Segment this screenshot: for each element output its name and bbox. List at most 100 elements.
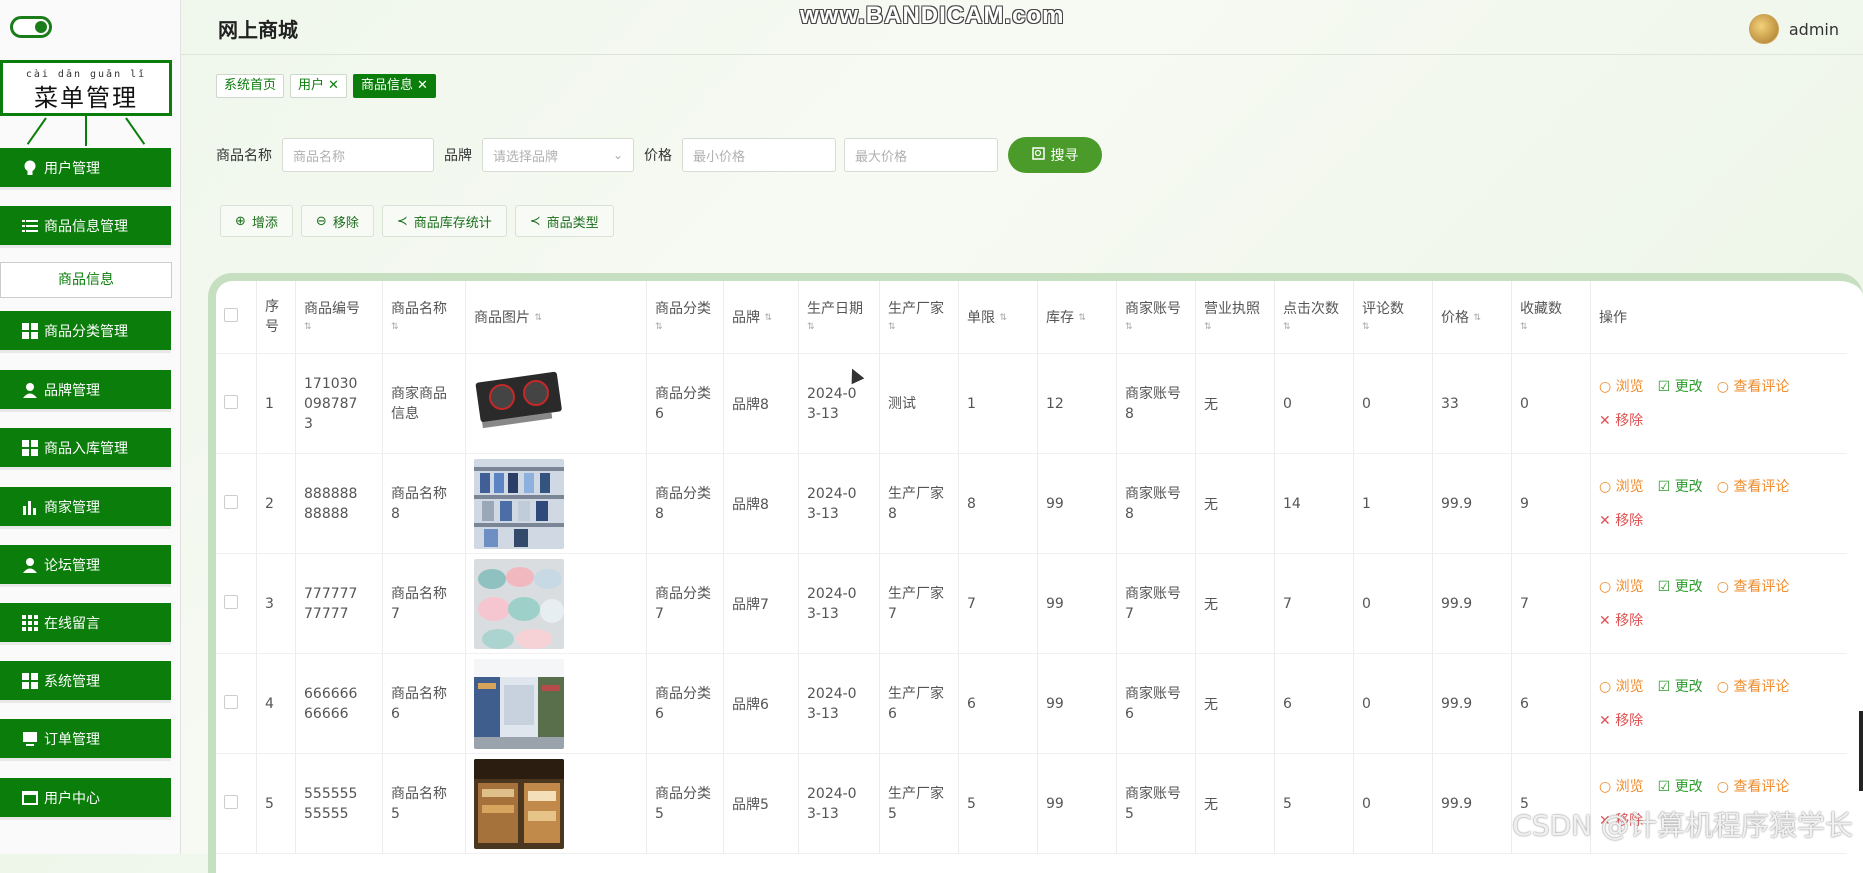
sidebar-item-merchant[interactable]: 商家管理 [0, 487, 171, 529]
sort-icon[interactable]: ⇅ [1125, 323, 1133, 332]
col-header[interactable]: 商品编号 ⇅ [295, 281, 383, 354]
view-comments-button[interactable]: ○ 查看评论 [1717, 379, 1790, 395]
edit-button[interactable]: ☑ 更改 [1658, 579, 1703, 595]
view-button[interactable]: ○ 浏览 [1599, 679, 1644, 695]
sidebar-item-system[interactable]: 系统管理 [0, 661, 171, 703]
type-stats-button[interactable]: ≺ 商品类型 [514, 205, 614, 237]
edit-button[interactable]: ☑ 更改 [1658, 479, 1703, 495]
col-header[interactable]: 单限 ⇅ [958, 281, 1038, 354]
max-price-input[interactable]: 最大价格 [844, 138, 998, 172]
view-button[interactable]: ○ 浏览 [1599, 579, 1644, 595]
view-comments-button[interactable]: ○ 查看评论 [1717, 479, 1790, 495]
col-header[interactable]: 生产厂家 ⇅ [879, 281, 959, 354]
cell-date-text: 2024-03-13 [807, 385, 857, 422]
sort-icon[interactable]: ⇅ [304, 323, 312, 332]
sidebar-item-orders[interactable]: 订单管理 [0, 719, 171, 761]
view-button[interactable]: ○ 浏览 [1599, 379, 1644, 395]
view-comments-button[interactable]: ○ 查看评论 [1717, 679, 1790, 695]
col-header[interactable]: 商品分类 ⇅ [646, 281, 724, 354]
col-header[interactable]: 收藏数 ⇅ [1511, 281, 1591, 354]
table-row[interactable]: 2 88888888888 商品名称8 商品分类8 品牌8 2024-03-13 生产厂家8… [216, 453, 1847, 554]
remove-button[interactable]: ⊖ 移除 [300, 205, 374, 237]
lightbulb-icon [22, 160, 38, 176]
col-header[interactable]: 生产日期 ⇅ [798, 281, 880, 354]
sidebar-item-category[interactable]: 商品分类管理 [0, 311, 171, 353]
view-button[interactable]: ○ 浏览 [1599, 479, 1644, 495]
sidebar-item-stock-in[interactable]: 商品入库管理 [0, 428, 171, 470]
sidebar-item-messages[interactable]: 在线留言 [0, 603, 171, 645]
product-image[interactable] [474, 358, 638, 449]
add-button[interactable]: ⊕ 增添 [220, 205, 293, 237]
product-image[interactable] [474, 558, 638, 649]
user-menu[interactable]: admin [1748, 14, 1839, 44]
cell-actions: ○ 浏览 ☑ 更改 ○ 查看评论 ✕ 移除 [1590, 353, 1847, 454]
col-header[interactable]: 商家账号 ⇅ [1116, 281, 1196, 354]
row-checkbox[interactable] [224, 494, 238, 509]
sort-icon[interactable]: ⇅ [1362, 323, 1370, 332]
sort-icon[interactable]: ⇅ [655, 323, 663, 332]
view-button[interactable]: ○ 浏览 [1599, 779, 1644, 795]
table-row[interactable]: 1 1710300987873 商家商品信息 商品分类6 品牌8 2024-03-13 测试… [216, 353, 1847, 454]
row-checkbox[interactable] [224, 594, 238, 609]
sort-icon[interactable]: ⇅ [1204, 323, 1212, 332]
table-row[interactable]: 3 77777777777 商品名称7 商品分类7 品牌7 2024-03-13 生产厂家7… [216, 553, 1847, 654]
min-price-input[interactable]: 最小价格 [682, 138, 836, 172]
sidebar-subitem-product-info[interactable]: 商品信息 [0, 262, 172, 298]
table-row[interactable]: 4 66666666666 商品名称6 商品分类6 品牌6 2024-03-13 生产厂家6… [216, 653, 1847, 754]
col-header[interactable]: 营业执照 ⇅ [1195, 281, 1275, 354]
close-icon[interactable]: ✕ [328, 75, 339, 97]
scrollbar[interactable] [1859, 711, 1863, 791]
stock-stats-button[interactable]: ≺ 商品库存统计 [381, 205, 507, 237]
col-header[interactable]: 商品图片 ⇅ [465, 281, 647, 354]
row-checkbox[interactable] [224, 794, 238, 809]
brand-select[interactable]: 请选择品牌 ⌄ [482, 138, 634, 172]
col-header[interactable]: 价格 ⇅ [1432, 281, 1512, 354]
sort-icon[interactable]: ⇅ [534, 314, 542, 323]
close-icon[interactable]: ✕ [417, 75, 428, 97]
sort-icon[interactable]: ⇅ [1520, 323, 1528, 332]
view-comments-button[interactable]: ○ 查看评论 [1717, 779, 1790, 795]
sort-icon[interactable]: ⇅ [764, 314, 772, 323]
name-input[interactable]: 商品名称 [282, 138, 434, 172]
delete-button[interactable]: ✕ 移除 [1599, 613, 1643, 629]
product-image[interactable] [474, 458, 638, 549]
sort-icon[interactable]: ⇅ [888, 323, 896, 332]
sort-icon[interactable]: ⇅ [391, 323, 399, 332]
row-checkbox[interactable] [224, 394, 238, 409]
sort-icon[interactable]: ⇅ [1078, 314, 1086, 323]
sidebar-item-forum[interactable]: 论坛管理 [0, 545, 171, 587]
sidebar-item-product-info[interactable]: 商品信息管理 [0, 206, 171, 248]
comments-label: 查看评论 [1733, 378, 1790, 395]
col-header[interactable]: 库存 ⇅ [1037, 281, 1117, 354]
tag-product-info[interactable]: 商品信息 ✕ [352, 74, 436, 98]
sort-icon[interactable]: ⇅ [999, 314, 1007, 323]
sort-icon[interactable]: ⇅ [807, 323, 815, 332]
sort-icon[interactable]: ⇅ [1283, 323, 1291, 332]
sort-icon[interactable]: ⇅ [1473, 314, 1481, 323]
col-header-label: 库存 [1046, 310, 1074, 326]
sidebar-item-user-management[interactable]: 用户管理 [0, 148, 171, 190]
col-header[interactable]: 商品名称 ⇅ [382, 281, 466, 354]
delete-button[interactable]: ✕ 移除 [1599, 413, 1643, 429]
row-checkbox[interactable] [224, 694, 238, 709]
delete-button[interactable]: ✕ 移除 [1599, 713, 1643, 729]
delete-button[interactable]: ✕ 移除 [1599, 513, 1643, 529]
select-all-checkbox[interactable] [224, 308, 238, 322]
edit-button[interactable]: ☑ 更改 [1658, 679, 1703, 695]
col-header[interactable]: 点击次数 ⇅ [1274, 281, 1354, 354]
cell-merchant: 商家账号8 [1116, 453, 1196, 554]
col-header[interactable]: 品牌 ⇅ [723, 281, 799, 354]
sidebar-item-brand[interactable]: 品牌管理 [0, 370, 171, 412]
edit-button[interactable]: ☑ 更改 [1658, 379, 1703, 395]
tag-home[interactable]: 系统首页 [216, 74, 285, 98]
view-comments-button[interactable]: ○ 查看评论 [1717, 579, 1790, 595]
sidebar-item-user-center[interactable]: 用户中心 [0, 778, 171, 820]
col-header[interactable]: 评论数 ⇅ [1353, 281, 1433, 354]
cell-code-text: 77777777777 [304, 585, 358, 622]
edit-button[interactable]: ☑ 更改 [1658, 779, 1703, 795]
search-button[interactable]: 搜寻 [1008, 137, 1102, 173]
sidebar-toggle[interactable] [10, 16, 52, 38]
tag-user[interactable]: 用户 ✕ [290, 74, 347, 98]
product-image[interactable] [474, 758, 638, 849]
product-image[interactable] [474, 658, 638, 749]
